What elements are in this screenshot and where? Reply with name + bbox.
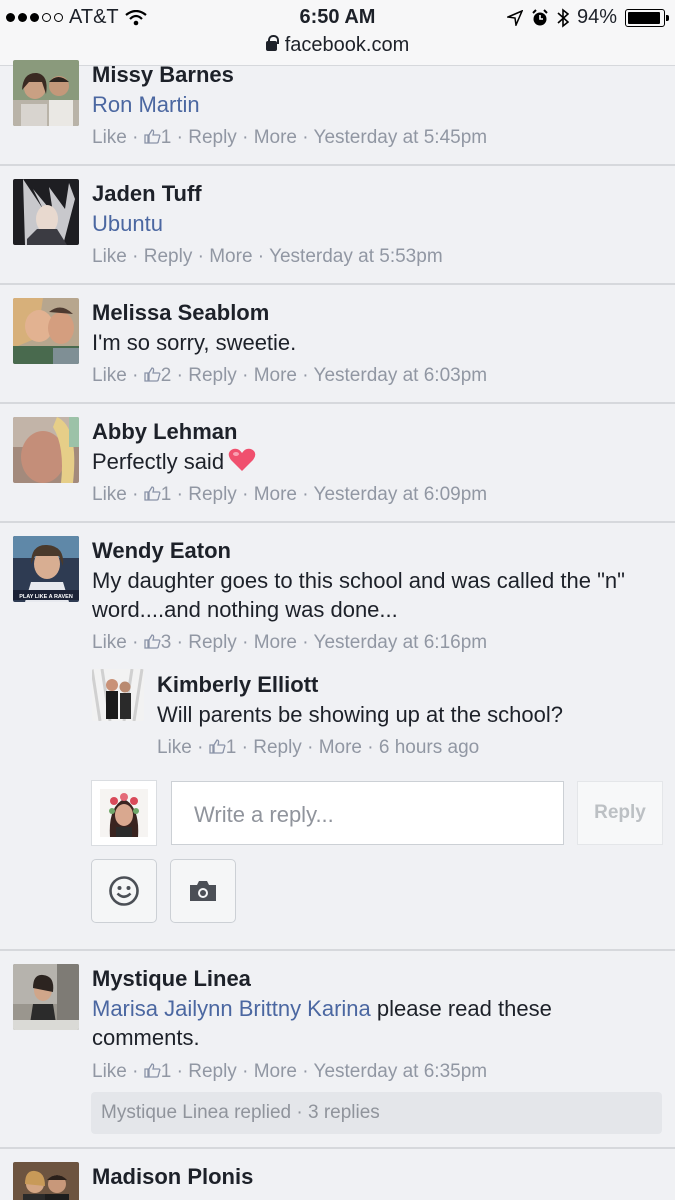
comment-actions: Like · Reply · More · Yesterday at 5:53p… [92, 246, 443, 267]
current-user-avatar [91, 780, 157, 846]
like-count[interactable]: 1 [161, 484, 172, 505]
comment-timestamp[interactable]: Yesterday at 5:53pm [269, 246, 443, 267]
avatar[interactable] [13, 298, 79, 364]
like-count[interactable]: 1 [161, 127, 172, 148]
commenter-name[interactable]: Missy Barnes [92, 62, 234, 88]
more-link[interactable]: More [254, 127, 297, 148]
location-icon [506, 9, 523, 26]
like-link[interactable]: Like [92, 1061, 127, 1082]
comment-timestamp[interactable]: Yesterday at 6:09pm [314, 484, 488, 505]
thumbs-up-icon [144, 486, 161, 501]
avatar-badge-text: PLAY LIKE A RAVEN [19, 594, 73, 600]
comment-timestamp[interactable]: Yesterday at 6:35pm [314, 1061, 488, 1082]
reply-link[interactable]: Reply [188, 632, 237, 653]
tagged-users-link[interactable]: Marisa Jailynn Brittny Karina [92, 996, 371, 1021]
divider [0, 949, 675, 951]
address-bar[interactable]: facebook.com [0, 34, 675, 57]
reply-link[interactable]: Reply [188, 1061, 237, 1082]
smiley-icon [109, 876, 139, 906]
like-count[interactable]: 1 [226, 737, 237, 758]
like-link[interactable]: Like [157, 737, 192, 758]
more-link[interactable]: More [254, 632, 297, 653]
divider [0, 164, 675, 166]
thumbs-up-icon [144, 1063, 161, 1078]
comment-actions: Like · 2 · Reply · More · Yesterday at 6… [92, 365, 488, 386]
comment-actions: Like · 1 · Reply · More · Yesterday at 6… [92, 1061, 488, 1082]
reply-link[interactable]: Reply [188, 365, 237, 386]
commenter-name[interactable]: Mystique Linea [92, 966, 251, 992]
like-link[interactable]: Like [92, 365, 127, 386]
divider [0, 402, 675, 404]
bluetooth-icon [557, 7, 569, 28]
comment-text: Perfectly said [92, 447, 256, 476]
comment-text: I'm so sorry, sweetie. [92, 330, 297, 355]
avatar[interactable] [13, 179, 79, 245]
comment-actions: Like · 1 · Reply · More · Yesterday at 5… [92, 127, 488, 148]
reply-link[interactable]: Reply [144, 246, 193, 267]
divider [0, 283, 675, 285]
avatar[interactable] [13, 417, 79, 483]
reply-submit-button[interactable]: Reply [577, 781, 663, 845]
reply-author-name[interactable]: Kimberly Elliott [157, 672, 318, 698]
status-bar: AT&T 6:50 AM 94% facebook.com [0, 0, 675, 66]
tagged-user-link[interactable]: Ron Martin [92, 92, 200, 117]
emoji-button[interactable] [91, 859, 157, 923]
comment-timestamp[interactable]: Yesterday at 6:03pm [314, 365, 488, 386]
alarm-icon [532, 8, 548, 25]
more-link[interactable]: More [254, 484, 297, 505]
comment-text: Marisa Jailynn Brittny Karina please rea… [92, 996, 552, 1050]
like-link[interactable]: Like [92, 484, 127, 505]
thumbs-up-icon [209, 739, 226, 754]
comment-text: Ron Martin [92, 90, 200, 119]
commenter-name[interactable]: Abby Lehman [92, 419, 237, 445]
comment-actions: Like · 3 · Reply · More · Yesterday at 6… [92, 632, 488, 653]
reply-link[interactable]: Reply [253, 737, 302, 758]
commenter-name[interactable]: Wendy Eaton [92, 538, 231, 564]
commenter-name[interactable]: Melissa Seablom [92, 300, 269, 326]
view-replies-button[interactable]: Mystique Linea replied · 3 replies [91, 1092, 662, 1134]
commenter-name[interactable]: Jaden Tuff [92, 181, 202, 207]
reply-timestamp[interactable]: 6 hours ago [379, 737, 479, 758]
reply-text: Will parents be showing up at the school… [157, 702, 564, 727]
reply-link[interactable]: Reply [188, 127, 237, 148]
comment-timestamp[interactable]: Yesterday at 6:16pm [314, 632, 488, 653]
comment-timestamp[interactable]: Yesterday at 5:45pm [314, 127, 488, 148]
thumbs-up-icon [144, 367, 161, 382]
heart-emoji-icon [228, 448, 256, 471]
divider [0, 1147, 675, 1149]
avatar[interactable] [13, 60, 79, 126]
like-count[interactable]: 3 [161, 632, 172, 653]
more-link[interactable]: More [254, 365, 297, 386]
avatar[interactable] [13, 1162, 79, 1200]
url-text: facebook.com [284, 34, 410, 56]
battery-percent: 94% [576, 6, 617, 28]
divider [0, 521, 675, 523]
thumbs-up-icon [144, 634, 161, 649]
more-link[interactable]: More [319, 737, 362, 758]
reply-actions: Like · 1 · Reply · More · 6 hours ago [157, 737, 480, 758]
like-link[interactable]: Like [92, 632, 127, 653]
comment-actions: Like · 1 · Reply · More · Yesterday at 6… [92, 484, 488, 505]
camera-icon [190, 881, 216, 901]
avatar[interactable] [13, 964, 79, 1030]
more-link[interactable]: More [254, 1061, 297, 1082]
like-link[interactable]: Like [92, 127, 127, 148]
reply-link[interactable]: Reply [188, 484, 237, 505]
lock-icon [265, 35, 279, 51]
commenter-name[interactable]: Madison Plonis [92, 1164, 253, 1190]
reply-input[interactable]: Write a reply... [171, 781, 564, 845]
like-link[interactable]: Like [92, 246, 127, 267]
comment-text: My daughter goes to this school and was … [92, 568, 625, 622]
avatar[interactable]: PLAY LIKE A RAVEN [13, 536, 79, 602]
like-count[interactable]: 1 [161, 1061, 172, 1082]
like-count[interactable]: 2 [161, 365, 172, 386]
battery-icon [625, 8, 669, 27]
comment-text: Ubuntu [92, 209, 163, 238]
more-link[interactable]: More [209, 246, 252, 267]
tagged-page-link[interactable]: Ubuntu [92, 211, 163, 236]
avatar[interactable] [92, 669, 144, 721]
photo-button[interactable] [170, 859, 236, 923]
thumbs-up-icon [144, 129, 161, 144]
